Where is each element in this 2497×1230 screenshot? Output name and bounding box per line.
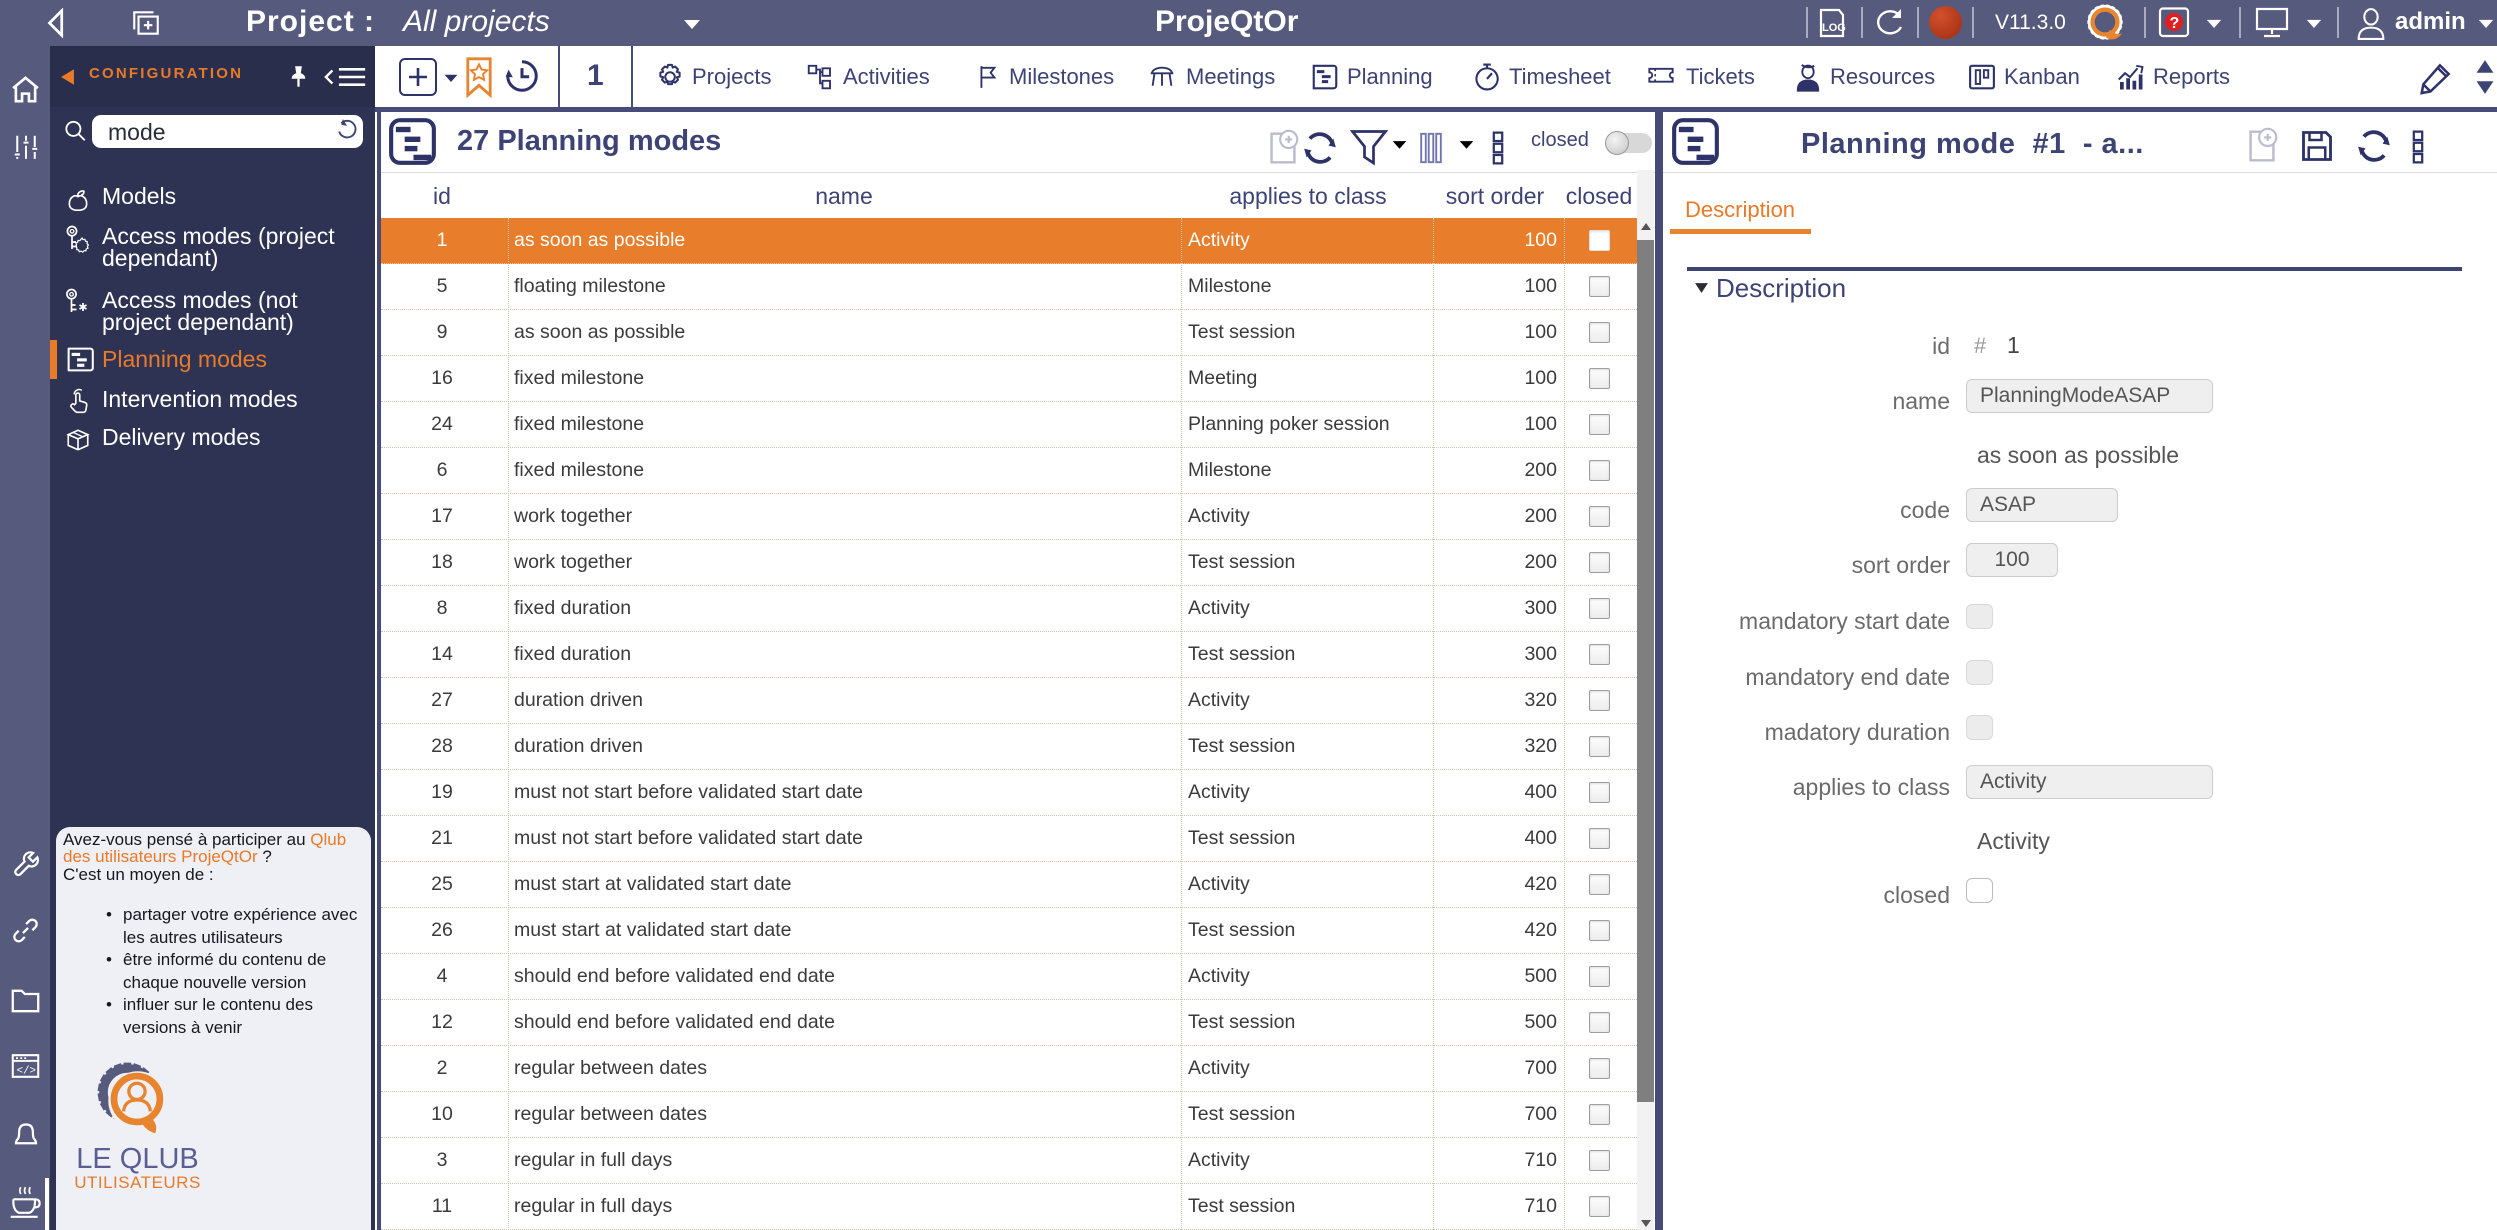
svg-text:?: ?	[2170, 15, 2180, 32]
svg-text:LOG: LOG	[1822, 22, 1846, 34]
svg-text:</>: </>	[17, 1066, 36, 1078]
